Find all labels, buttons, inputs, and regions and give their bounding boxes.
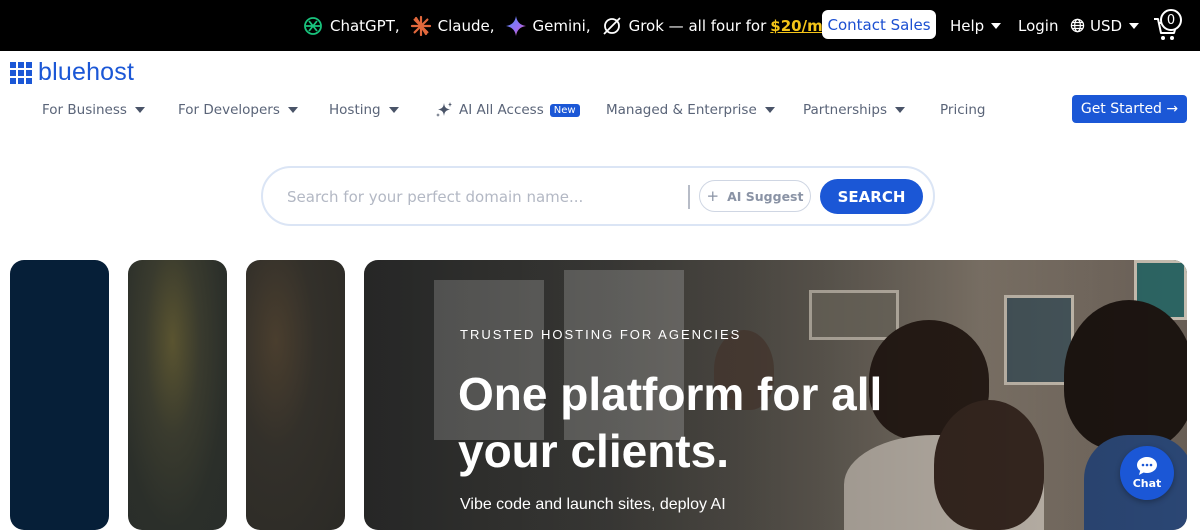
promo-gemini-label: Gemini, xyxy=(532,16,591,35)
gemini-logo-icon xyxy=(504,14,528,38)
chevron-down-icon xyxy=(895,107,906,113)
chat-button[interactable]: Chat xyxy=(1120,446,1174,500)
chevron-down-icon xyxy=(388,107,399,113)
nav-for-business[interactable]: For Business xyxy=(42,98,145,122)
get-started-button[interactable]: Get Started → xyxy=(1072,95,1187,123)
chatgpt-logo-icon xyxy=(301,14,325,38)
promo-grok-label: Grok — all four for xyxy=(628,16,767,35)
chat-bubble-icon xyxy=(1136,456,1158,476)
chevron-down-icon xyxy=(764,107,775,113)
bluehost-logo[interactable]: bluehost xyxy=(10,58,134,87)
logo-grid-icon xyxy=(10,61,32,84)
nav-ai-all-access[interactable]: AI All Access New xyxy=(435,98,580,122)
hero-eyebrow: TRUSTED HOSTING FOR AGENCIES xyxy=(460,327,742,342)
cart-button[interactable]: 0 xyxy=(1153,9,1187,42)
promo-topbar: ChatGPT, Claude, Gemini, Grok — all four… xyxy=(0,0,1200,51)
domain-search-bar: + AI Suggest SEARCH xyxy=(261,166,935,226)
promo-claude: Claude, xyxy=(409,14,495,38)
chevron-down-icon xyxy=(287,107,298,113)
currency-label: USD xyxy=(1090,16,1123,35)
hero-subtitle: Vibe code and launch sites, deploy AI xyxy=(460,496,726,513)
promo-grok: Grok — all four for $20/mo xyxy=(600,14,833,38)
promo-chatgpt: ChatGPT, xyxy=(301,14,400,38)
nav-label: Managed & Enterprise xyxy=(606,102,757,118)
login-label: Login xyxy=(1018,16,1059,35)
new-badge: New xyxy=(549,103,580,117)
nav-pricing[interactable]: Pricing xyxy=(940,98,986,122)
nav-label: AI All Access xyxy=(459,102,544,118)
help-menu[interactable]: Help xyxy=(950,0,1002,51)
cart-count-badge: 0 xyxy=(1160,9,1182,31)
nav-partnerships[interactable]: Partnerships xyxy=(803,98,906,122)
contact-sales-button[interactable]: Contact Sales xyxy=(822,10,936,39)
hero-title: One platform for all your clients. xyxy=(458,368,883,477)
login-link[interactable]: Login xyxy=(1018,0,1058,51)
promo-gemini: Gemini, xyxy=(504,14,591,38)
grok-logo-icon xyxy=(600,14,624,38)
sparkle-icon xyxy=(435,101,453,119)
carousel-slide-thumbnail[interactable] xyxy=(128,260,227,530)
nav-label: For Business xyxy=(42,102,127,118)
logo-text: bluehost xyxy=(38,58,135,86)
ai-suggest-label: AI Suggest xyxy=(727,188,804,204)
nav-label: For Developers xyxy=(178,102,280,118)
chevron-down-icon xyxy=(1129,22,1140,29)
currency-selector[interactable]: USD xyxy=(1070,0,1140,51)
help-label: Help xyxy=(950,16,985,35)
claude-logo-icon xyxy=(409,14,433,38)
ai-suggest-button[interactable]: + AI Suggest xyxy=(699,180,811,212)
nav-label: Partnerships xyxy=(803,102,888,118)
carousel-slide-thumbnail[interactable] xyxy=(246,260,345,530)
nav-label: Pricing xyxy=(940,102,986,118)
ai-promo-banner[interactable]: ChatGPT, Claude, Gemini, Grok — all four… xyxy=(301,0,842,51)
domain-search-input[interactable] xyxy=(287,185,667,209)
nav-hosting[interactable]: Hosting xyxy=(329,98,399,122)
nav-for-developers[interactable]: For Developers xyxy=(178,98,298,122)
search-button[interactable]: SEARCH xyxy=(820,179,923,214)
search-divider xyxy=(688,185,690,209)
nav-label: Hosting xyxy=(329,102,381,118)
globe-icon xyxy=(1070,18,1085,33)
chevron-down-icon xyxy=(134,107,145,113)
hero-slide-agencies: TRUSTED HOSTING FOR AGENCIES One platfor… xyxy=(364,260,1187,530)
carousel-slide-thumbnail[interactable] xyxy=(10,260,109,530)
promo-chatgpt-label: ChatGPT, xyxy=(330,16,400,35)
nav-managed-enterprise[interactable]: Managed & Enterprise xyxy=(606,98,775,122)
chevron-down-icon xyxy=(991,22,1002,29)
chat-label: Chat xyxy=(1132,477,1162,490)
promo-claude-label: Claude, xyxy=(437,16,495,35)
plus-icon: + xyxy=(706,187,720,205)
